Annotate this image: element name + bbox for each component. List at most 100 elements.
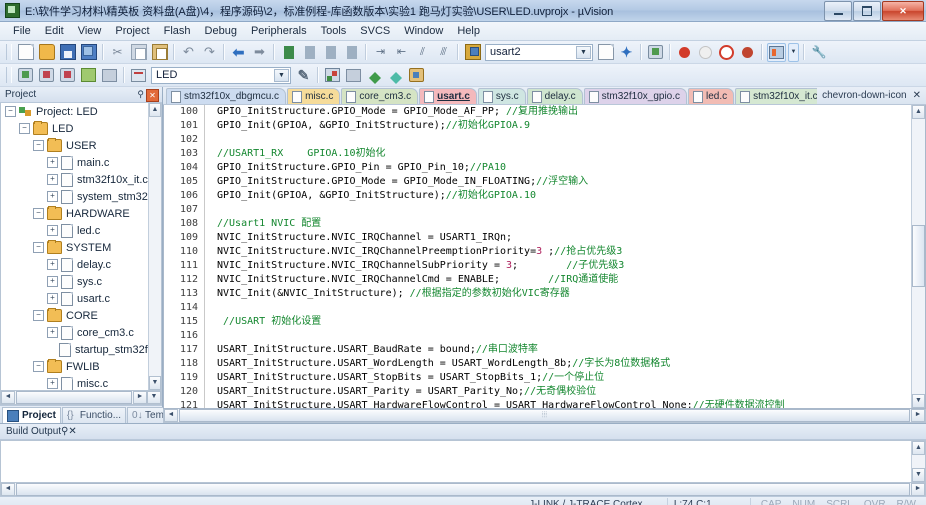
indent-button[interactable]: ⇥ xyxy=(371,43,390,62)
expand-icon[interactable]: + xyxy=(47,174,58,185)
disable-breakpoint-button[interactable] xyxy=(696,43,715,62)
comment-button[interactable]: ⫽ xyxy=(413,43,432,62)
scroll-up-icon[interactable]: ▲ xyxy=(912,105,925,119)
rebuild-button[interactable] xyxy=(79,66,98,85)
code-line[interactable]: 108 //Usart1 NVIC 配置 xyxy=(164,217,911,231)
collapse-icon[interactable]: − xyxy=(33,140,44,151)
code-line[interactable]: 104 GPIO_InitStructure.GPIO_Pin = GPIO_Pi… xyxy=(164,161,911,175)
editor-tab-delay-c[interactable]: delay.c xyxy=(526,88,583,104)
menu-file[interactable]: File xyxy=(6,23,38,39)
pack-installer-button[interactable] xyxy=(344,66,363,85)
menu-project[interactable]: Project xyxy=(108,23,156,39)
tree-item[interactable]: − HARDWARE xyxy=(1,205,161,222)
code-line[interactable]: 110 NVIC_InitStructure.NVIC_IRQChannelPre… xyxy=(164,245,911,259)
editor-tab-stm32f10x_gpio-c[interactable]: stm32f10x_gpio.c xyxy=(583,88,688,104)
redo-button[interactable]: ↷ xyxy=(200,43,219,62)
code-line[interactable]: 105 GPIO_InitStructure.GPIO_Mode = GPIO_M… xyxy=(164,175,911,189)
expand-icon[interactable]: + xyxy=(47,259,58,270)
editor-tab-stm32f10x_dbgmcu-c[interactable]: stm32f10x_dbgmcu.c xyxy=(166,88,287,104)
tree-item[interactable]: + sys.c xyxy=(1,273,161,290)
chevron-down-icon[interactable]: ▼ xyxy=(274,68,289,82)
code-line[interactable]: 106 GPIO_Init(GPIOA, &GPIO_InitStructure)… xyxy=(164,189,911,203)
tree-item[interactable]: + stm32f10x_it.c xyxy=(1,171,161,188)
tree-item[interactable]: − LED xyxy=(1,120,161,137)
scroll-left-icon[interactable]: ◄ xyxy=(164,409,178,422)
bookmark-goto-button[interactable] xyxy=(596,43,615,62)
navigate-back-button[interactable]: ⬅ xyxy=(229,43,248,62)
tree-item[interactable]: + system_stm32f10 xyxy=(1,188,161,205)
pin-icon[interactable]: ⚲ xyxy=(61,426,68,437)
code-editor[interactable]: 100 GPIO_InitStructure.GPIO_Mode = GPIO_M… xyxy=(163,105,926,409)
chevron-down-icon[interactable]: ▼ xyxy=(576,45,591,59)
hscroll-thumb[interactable] xyxy=(16,391,132,404)
code-line[interactable]: 109 NVIC_InitStructure.NVIC_IRQChannel = … xyxy=(164,231,911,245)
code-line[interactable]: 101 GPIO_Init(GPIOA, &GPIO_InitStructure)… xyxy=(164,119,911,133)
chevron-down-icon[interactable]: chevron-down-icon xyxy=(822,90,907,101)
project-tree-vscrollbar[interactable]: ▲ ▼ xyxy=(148,103,161,390)
save-all-button[interactable] xyxy=(79,43,98,62)
scroll-down-icon[interactable]: ▼ xyxy=(149,376,161,390)
close-button[interactable]: ✕ xyxy=(882,1,924,21)
window-dropdown-button[interactable]: ▼ xyxy=(788,42,799,62)
tree-item[interactable]: + usart.c xyxy=(1,290,161,307)
expand-icon[interactable]: + xyxy=(47,378,58,389)
tree-item[interactable]: + main.c xyxy=(1,154,161,171)
next-bookmark-button[interactable] xyxy=(321,43,340,62)
tree-item[interactable]: − FWLIB xyxy=(1,358,161,375)
pin-icon[interactable]: ⚲ xyxy=(137,89,144,100)
menu-svcs[interactable]: SVCS xyxy=(353,23,397,39)
expand-icon[interactable]: + xyxy=(47,157,58,168)
collapse-icon[interactable]: − xyxy=(5,106,16,117)
editor-tab-stm32f10x_it-c[interactable]: stm32f10x_it.c xyxy=(735,88,825,104)
find-button[interactable] xyxy=(646,43,665,62)
tree-item[interactable]: − Project: LED xyxy=(1,103,161,120)
code-line[interactable]: 107 xyxy=(164,203,911,217)
toolbar-grip[interactable] xyxy=(6,67,12,83)
clear-bookmarks-button[interactable] xyxy=(342,43,361,62)
scroll-up-icon[interactable]: ▲ xyxy=(912,441,925,455)
copy-button[interactable] xyxy=(129,43,148,62)
code-line[interactable]: 114 xyxy=(164,301,911,315)
manage-run-time-button[interactable] xyxy=(365,66,384,85)
tree-item[interactable]: + led.c xyxy=(1,222,161,239)
code-line[interactable]: 112 NVIC_InitStructure.NVIC_IRQChannelCmd… xyxy=(164,273,911,287)
collapse-icon[interactable]: − xyxy=(33,361,44,372)
menu-debug[interactable]: Debug xyxy=(198,23,244,39)
code-line[interactable]: 102 xyxy=(164,133,911,147)
minimize-button[interactable] xyxy=(824,1,852,21)
build-output-vscrollbar[interactable]: ▲ ▼ xyxy=(911,441,925,482)
disable-all-breakpoints-button[interactable] xyxy=(738,43,757,62)
code-line[interactable]: 100 GPIO_InitStructure.GPIO_Mode = GPIO_M… xyxy=(164,105,911,119)
menu-window[interactable]: Window xyxy=(397,23,450,39)
hscroll-thumb[interactable] xyxy=(16,482,910,496)
code-line[interactable]: 113 NVIC_Init(&NVIC_InitStructure); //根据指… xyxy=(164,287,911,301)
code-hscrollbar[interactable]: ◄ ⦙⦙⦙ ► xyxy=(163,409,926,423)
scroll-down-icon[interactable]: ▼ xyxy=(912,394,925,408)
code-line[interactable]: 111 NVIC_InitStructure.NVIC_IRQChannelSub… xyxy=(164,259,911,273)
configure-button[interactable]: 🔧 xyxy=(809,43,828,62)
scroll-down-icon[interactable]: ▼ xyxy=(912,468,925,482)
code-line[interactable]: 119 USART_InitStructure.USART_StopBits = … xyxy=(164,371,911,385)
tree-item[interactable]: + misc.c xyxy=(1,375,161,390)
expand-icon[interactable]: + xyxy=(47,225,58,236)
undo-button[interactable]: ↶ xyxy=(179,43,198,62)
collapse-icon[interactable]: − xyxy=(33,208,44,219)
menu-help[interactable]: Help xyxy=(450,23,487,39)
close-icon[interactable]: ✕ xyxy=(68,426,76,437)
code-lines[interactable]: 100 GPIO_InitStructure.GPIO_Mode = GPIO_M… xyxy=(164,105,911,408)
menu-tools[interactable]: Tools xyxy=(314,23,354,39)
menu-peripherals[interactable]: Peripherals xyxy=(244,23,314,39)
tree-item[interactable]: − USER xyxy=(1,137,161,154)
hscroll-thumb[interactable]: ⦙⦙⦙ xyxy=(179,409,910,422)
target-combo[interactable]: LED ▼ xyxy=(151,66,291,84)
editor-tab-sys-c[interactable]: sys.c xyxy=(477,88,526,104)
close-icon[interactable]: ✕ xyxy=(146,89,159,102)
project-tree-hscrollbar[interactable]: ◄ ► ▼ xyxy=(0,390,162,405)
download-button[interactable] xyxy=(129,66,148,85)
start-debug-button[interactable] xyxy=(16,66,35,85)
toggle-bookmark-button[interactable] xyxy=(279,43,298,62)
project-tree[interactable]: − Project: LED − LED − USER + main.c + stm32f10x_… xyxy=(0,103,162,390)
expand-icon[interactable]: + xyxy=(47,191,58,202)
paste-button[interactable] xyxy=(150,43,169,62)
find-combo[interactable]: usart2 ▼ xyxy=(485,43,593,61)
